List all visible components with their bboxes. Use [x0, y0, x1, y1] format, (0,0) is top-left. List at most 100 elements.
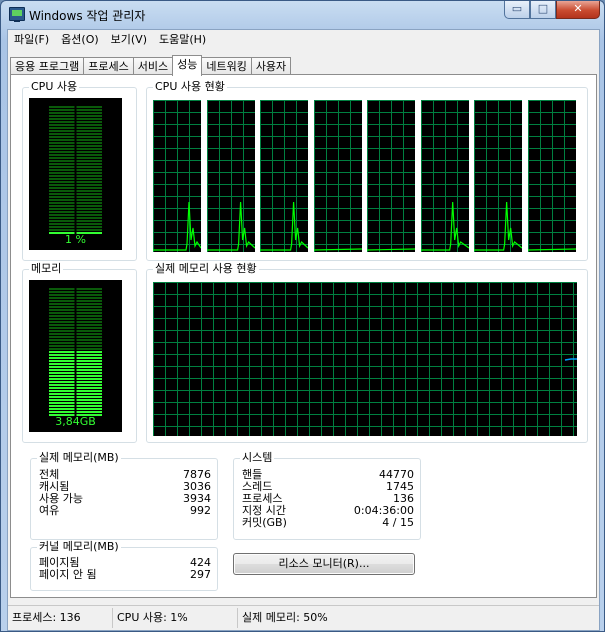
- cpu-meter-segment: [76, 199, 102, 201]
- cpu-meter-segment: [76, 109, 102, 111]
- memory-meter-segment: [76, 339, 102, 341]
- system-stats: 핸들 44770 스레드 1745 프로세스 136 지정 시간 0:04:36:00 …: [242, 469, 414, 529]
- memory-meter-segment: [49, 387, 75, 389]
- memory-meter-segment: [76, 408, 102, 410]
- cpu-core-line: [474, 201, 522, 251]
- cpu-meter-segment: [76, 220, 102, 222]
- menu-view[interactable]: 보기(V): [105, 30, 153, 50]
- status-memory: 실제 메모리: 50%: [242, 611, 328, 624]
- memory-meter-segment: [76, 294, 102, 296]
- cpu-meter-segment: [49, 202, 75, 204]
- memory-meter-segment: [76, 315, 102, 317]
- memory-meter-segment: [76, 336, 102, 338]
- memory-meter-segment: [76, 402, 102, 404]
- memory-meter-segment: [49, 315, 75, 317]
- memory-meter-segment: [49, 309, 75, 311]
- cpu-meter-segment: [49, 157, 75, 159]
- cpu-meter-segment: [76, 214, 102, 216]
- memory-meter-segment: [76, 312, 102, 314]
- cpu-meter-segment: [49, 148, 75, 150]
- memory-history-line: [564, 358, 577, 361]
- memory-meter-segment: [49, 393, 75, 395]
- tab-performance[interactable]: 성능: [172, 55, 203, 76]
- cpu-usage-meter: 1 %: [29, 98, 122, 250]
- memory-meter-segment: [76, 291, 102, 293]
- memory-meter-segment: [49, 408, 75, 410]
- maximize-button[interactable]: □: [530, 1, 556, 19]
- memory-meter-segment: [49, 297, 75, 299]
- cpu-core-graph: [420, 100, 469, 252]
- cpu-meter-segment: [76, 223, 102, 225]
- cpu-meter-segment: [49, 208, 75, 210]
- memory-meter-segment: [76, 333, 102, 335]
- cpu-meter-segment: [49, 184, 75, 186]
- stat-label: 페이지 안 됨: [39, 568, 97, 581]
- cpu-meter-segment: [49, 115, 75, 117]
- cpu-usage-value: 1 %: [65, 233, 86, 246]
- menu-file[interactable]: 파일(F): [8, 30, 55, 50]
- memory-meter-segment: [49, 357, 75, 359]
- cpu-meter-segment: [76, 211, 102, 213]
- stat-row: 여유 992: [39, 505, 211, 517]
- memory-meter-segment: [49, 342, 75, 344]
- kernel-memory-group: 커널 메모리(MB) 페이지됨 424 페이지 안 됨 297: [30, 540, 218, 591]
- system-label: 시스템: [240, 451, 275, 465]
- memory-meter-segment: [49, 306, 75, 308]
- menu-bar: 파일(F) 옵션(O) 보기(V) 도움말(H): [8, 30, 599, 50]
- cpu-meter-segment: [49, 175, 75, 177]
- cpu-meter-segment: [76, 175, 102, 177]
- memory-meter-segment: [49, 366, 75, 368]
- window-title: Windows 작업 관리자: [29, 9, 146, 23]
- cpu-usage-label: CPU 사용: [29, 80, 80, 94]
- cpu-meter-segment: [49, 196, 75, 198]
- cpu-meter-segment: [76, 169, 102, 171]
- cpu-core-graph: [153, 100, 201, 252]
- cpu-meter-segment: [76, 184, 102, 186]
- memory-meter-segment: [49, 390, 75, 392]
- cpu-meter-segment: [49, 193, 75, 195]
- memory-meter-segment: [49, 300, 75, 302]
- system-group: 시스템 핸들 44770 스레드 1745 프로세스 136 지정 시간 0:04:36…: [233, 451, 421, 540]
- memory-meter-segment: [49, 378, 75, 380]
- memory-meter-segment: [76, 375, 102, 377]
- resource-monitor-button[interactable]: 리소스 모니터(R)...: [233, 553, 415, 575]
- memory-meter-segment: [49, 351, 75, 353]
- title-bar[interactable]: Windows 작업 관리자 ▭ □ ✕: [1, 1, 604, 29]
- cpu-meter-segment: [76, 205, 102, 207]
- close-button[interactable]: ✕: [556, 1, 600, 19]
- memory-meter-segment: [76, 306, 102, 308]
- cpu-meter-segment: [76, 127, 102, 129]
- cpu-core-line: [420, 201, 469, 251]
- cpu-meter-segment: [49, 112, 75, 114]
- kernel-memory-stats: 페이지됨 424 페이지 안 됨 297: [39, 557, 211, 581]
- cpu-meter-segment: [76, 139, 102, 141]
- cpu-meter-segment: [76, 226, 102, 228]
- memory-history-group: 실제 메모리 사용 현황: [146, 262, 588, 443]
- cpu-meter-segment: [49, 124, 75, 126]
- performance-panel: CPU 사용 1 % CPU 사용 현황 메모리 3,84GB 실제 메모리 사…: [10, 74, 597, 598]
- cpu-meter-segment: [49, 181, 75, 183]
- cpu-history-group: CPU 사용 현황: [146, 80, 588, 261]
- cpu-meter-segment: [49, 223, 75, 225]
- memory-meter-segment: [49, 312, 75, 314]
- menu-options[interactable]: 옵션(O): [55, 30, 104, 50]
- cpu-meter-segment: [76, 172, 102, 174]
- cpu-core-line: [313, 248, 362, 251]
- menu-help[interactable]: 도움말(H): [153, 30, 212, 50]
- memory-meter-segment: [49, 336, 75, 338]
- cpu-meter-segment: [49, 139, 75, 141]
- task-manager-window: Windows 작업 관리자 ▭ □ ✕ 파일(F) 옵션(O) 보기(V) 도…: [0, 0, 605, 632]
- cpu-usage-group: CPU 사용 1 %: [22, 80, 137, 261]
- tab-strip: 응용 프로그램 프로세스 서비스 성능 네트워킹 사용자: [10, 55, 292, 76]
- cpu-meter-segment: [76, 142, 102, 144]
- memory-meter-segment: [76, 357, 102, 359]
- cpu-core-graph: [367, 100, 415, 252]
- memory-bars: [49, 288, 102, 416]
- memory-meter-segment: [49, 339, 75, 341]
- memory-meter-segment: [49, 399, 75, 401]
- cpu-meter-segment: [76, 151, 102, 153]
- minimize-button[interactable]: ▭: [504, 1, 530, 19]
- memory-meter: 3,84GB: [29, 280, 122, 432]
- cpu-core-graph: [260, 100, 308, 252]
- status-bar: 프로세스: 136 CPU 사용: 1% 실제 메모리: 50%: [8, 605, 599, 630]
